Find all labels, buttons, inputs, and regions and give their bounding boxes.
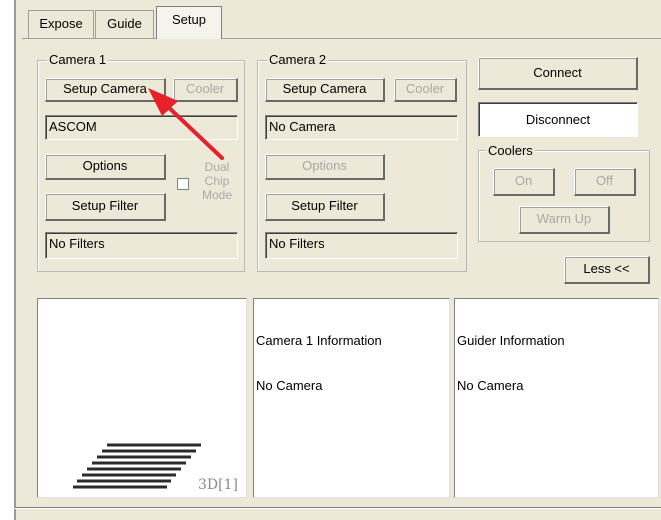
camera2-filter-field[interactable]: No Filters	[265, 232, 458, 259]
less-button[interactable]: Less <<	[564, 256, 650, 284]
cooler-warm-up-button[interactable]: Warm Up	[519, 206, 610, 234]
tab-expose[interactable]: Expose	[28, 10, 94, 38]
disconnect-button[interactable]: Disconnect	[478, 102, 638, 137]
camera1-cooler-button[interactable]: Cooler	[173, 78, 238, 102]
camera1-info-status: No Camera	[256, 378, 323, 393]
camera2-driver-field[interactable]: No Camera	[265, 115, 458, 140]
camera2-setup-filter-button[interactable]: Setup Filter	[265, 193, 385, 221]
3d-view-icon	[73, 443, 201, 489]
window-bottom-edge	[14, 507, 661, 509]
camera2-setup-camera-button[interactable]: Setup Camera	[265, 78, 385, 102]
cooler-on-button[interactable]: On	[493, 168, 555, 196]
camera1-legend: Camera 1	[47, 52, 109, 67]
camera2-options-button[interactable]: Options	[265, 154, 385, 180]
guider-info-status: No Camera	[457, 378, 524, 393]
guider-info-panel: Guider Information No Camera	[454, 298, 659, 498]
camera1-options-button[interactable]: Options	[45, 154, 166, 180]
camera1-filter-field[interactable]: No Filters	[45, 232, 238, 259]
camera1-setup-camera-button[interactable]: Setup Camera	[45, 78, 166, 102]
dual-chip-label: Dual Chip Mode	[201, 160, 233, 202]
camera1-info-title: Camera 1 Information	[256, 333, 382, 348]
coolers-legend: Coolers	[486, 143, 535, 158]
camera1-info-panel: Camera 1 Information No Camera	[253, 298, 450, 498]
preview-3d-label: 3D[1]	[198, 477, 238, 493]
camera2-cooler-button[interactable]: Cooler	[394, 78, 457, 102]
tab-divider	[22, 38, 661, 39]
cooler-off-button[interactable]: Off	[574, 168, 636, 196]
camera1-driver-field[interactable]: ASCOM	[45, 115, 238, 140]
guider-info-title: Guider Information	[457, 333, 565, 348]
connect-button[interactable]: Connect	[478, 57, 638, 90]
camera1-setup-filter-button[interactable]: Setup Filter	[45, 193, 166, 221]
preview-panel: 3D[1]	[37, 298, 247, 498]
tab-guide[interactable]: Guide	[95, 10, 154, 38]
dual-chip-checkbox[interactable]	[177, 178, 189, 190]
camera2-legend: Camera 2	[267, 52, 329, 67]
tab-setup[interactable]: Setup	[156, 6, 222, 39]
